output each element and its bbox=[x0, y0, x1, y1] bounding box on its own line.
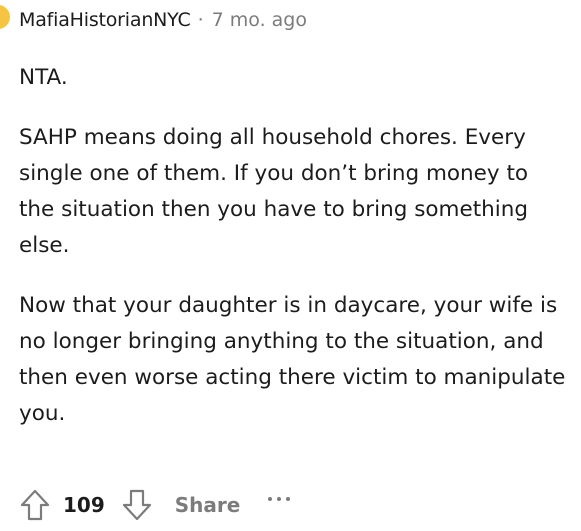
comment-paragraph: Now that your daughter is in daycare, yo… bbox=[19, 293, 566, 426]
downvote-arrow-icon[interactable] bbox=[121, 487, 153, 523]
comment-body: NTA. SAHP means doing all household chor… bbox=[19, 60, 569, 456]
share-button[interactable]: Share bbox=[175, 493, 241, 517]
upvote-arrow-icon[interactable] bbox=[19, 487, 51, 523]
author-username[interactable]: MafiaHistorianNYC bbox=[19, 9, 191, 31]
meta-separator: · bbox=[197, 9, 204, 31]
more-options-icon[interactable] bbox=[268, 489, 291, 509]
comment-timestamp[interactable]: 7 mo. ago bbox=[212, 9, 307, 31]
vote-score: 109 bbox=[63, 493, 105, 517]
comment-actions: 109 Share bbox=[19, 485, 291, 525]
avatar[interactable] bbox=[0, 5, 10, 29]
comment-header: MafiaHistorianNYC · 7 mo. ago bbox=[19, 5, 307, 35]
dot bbox=[277, 497, 282, 501]
dot bbox=[268, 497, 273, 501]
comment-paragraph: SAHP means doing all household chores. E… bbox=[19, 125, 529, 258]
comment-paragraph: NTA. bbox=[19, 65, 68, 90]
dot bbox=[286, 497, 291, 501]
